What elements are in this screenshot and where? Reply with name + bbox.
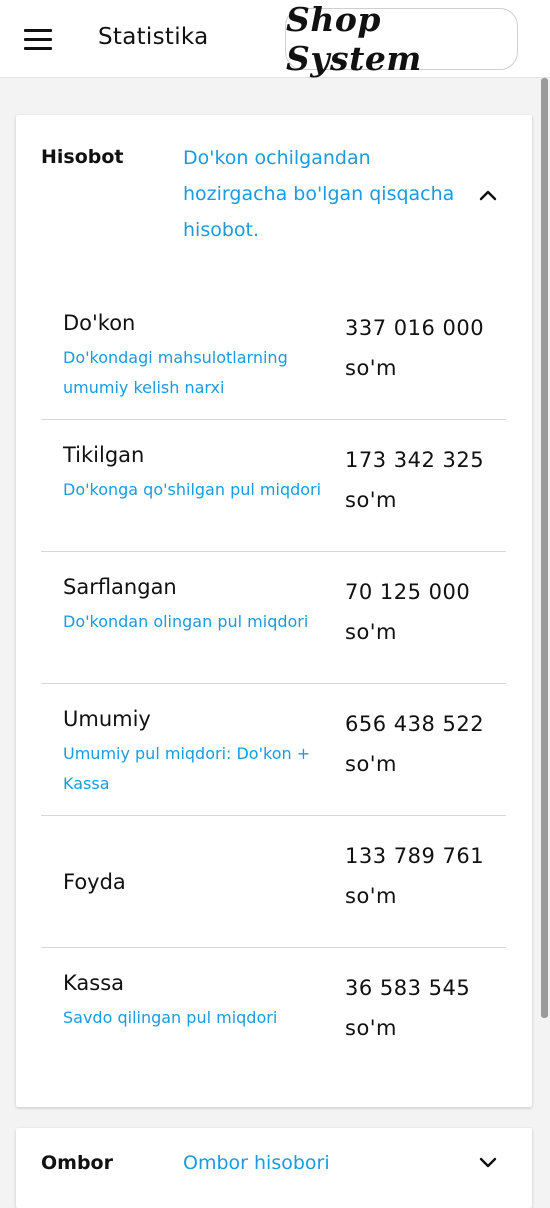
- stat-name: Sarflangan: [63, 575, 177, 599]
- ombor-card[interactable]: Ombor Ombor hisobori: [16, 1128, 532, 1208]
- stat-currency: so'm: [345, 356, 398, 380]
- stat-row: Umumiy Umumiy pul miqdori: Do'kon + Kassa…: [41, 684, 506, 816]
- stat-currency: so'm: [345, 1016, 398, 1040]
- brand-logo: Shop System: [285, 0, 518, 78]
- stat-description: Do'konga qo'shilgan pul miqdori: [63, 480, 322, 499]
- stat-name: Kassa: [63, 971, 125, 995]
- stat-value: 337 016 000 so'm: [345, 308, 505, 388]
- chevron-up-icon[interactable]: [476, 183, 500, 207]
- stat-currency: so'm: [345, 488, 398, 512]
- stat-description: Savdo qilingan pul miqdori: [63, 1008, 278, 1027]
- stat-value: 173 342 325 so'm: [345, 440, 505, 520]
- stat-amount: 337 016 000: [345, 316, 485, 340]
- stat-name: Do'kon: [63, 311, 136, 335]
- stat-description: Do'kondan olingan pul miqdori: [63, 612, 309, 631]
- stat-row: Foyda 133 789 761 so'm: [41, 816, 506, 948]
- stat-amount: 70 125 000: [345, 580, 471, 604]
- page-title: Statistika: [98, 24, 209, 50]
- stat-name: Umumiy: [63, 707, 151, 731]
- stat-row: Tikilgan Do'konga qo'shilgan pul miqdori 1…: [41, 420, 506, 552]
- stat-row: Sarflangan Do'kondan olingan pul miqdori 7…: [41, 552, 506, 684]
- stat-amount: 36 583 545: [345, 976, 471, 1000]
- hisobot-label: Hisobot: [41, 146, 124, 168]
- app-bar: Statistika Shop System: [0, 0, 550, 78]
- ombor-description: Ombor hisobori: [183, 1152, 330, 1174]
- stat-amount: 656 438 522: [345, 712, 485, 736]
- stat-amount: 173 342 325: [345, 448, 485, 472]
- hisobot-card: Hisobot Do'kon ochilgandan hozirgacha bo…: [16, 115, 532, 1107]
- stat-description: Umumiy pul miqdori: Do'kon + Kassa: [63, 744, 311, 793]
- stat-value: 656 438 522 so'm: [345, 704, 505, 784]
- stat-currency: so'm: [345, 752, 398, 776]
- stat-value: 36 583 545 so'm: [345, 968, 505, 1048]
- stat-name: Tikilgan: [63, 443, 145, 467]
- stat-row: Do'kon Do'kondagi mahsulotlarning umumiy …: [41, 288, 506, 420]
- stat-description: Do'kondagi mahsulotlarning umumiy kelish…: [63, 348, 288, 397]
- stat-value: 133 789 761 so'm: [345, 836, 505, 916]
- stat-row: Kassa Savdo qilingan pul miqdori 36 583 54…: [41, 948, 506, 1080]
- stat-currency: so'm: [345, 884, 398, 908]
- chevron-down-icon[interactable]: [476, 1150, 500, 1174]
- stat-amount: 133 789 761: [345, 844, 485, 868]
- ombor-label: Ombor: [41, 1152, 113, 1174]
- stat-value: 70 125 000 so'm: [345, 572, 505, 652]
- stat-name: Foyda: [63, 870, 126, 894]
- hisobot-description: Do'kon ochilgandan hozirgacha bo'lgan qi…: [183, 147, 455, 241]
- scrollbar-thumb[interactable]: [541, 78, 548, 1018]
- hamburger-menu-icon[interactable]: [24, 22, 60, 56]
- stat-currency: so'm: [345, 620, 398, 644]
